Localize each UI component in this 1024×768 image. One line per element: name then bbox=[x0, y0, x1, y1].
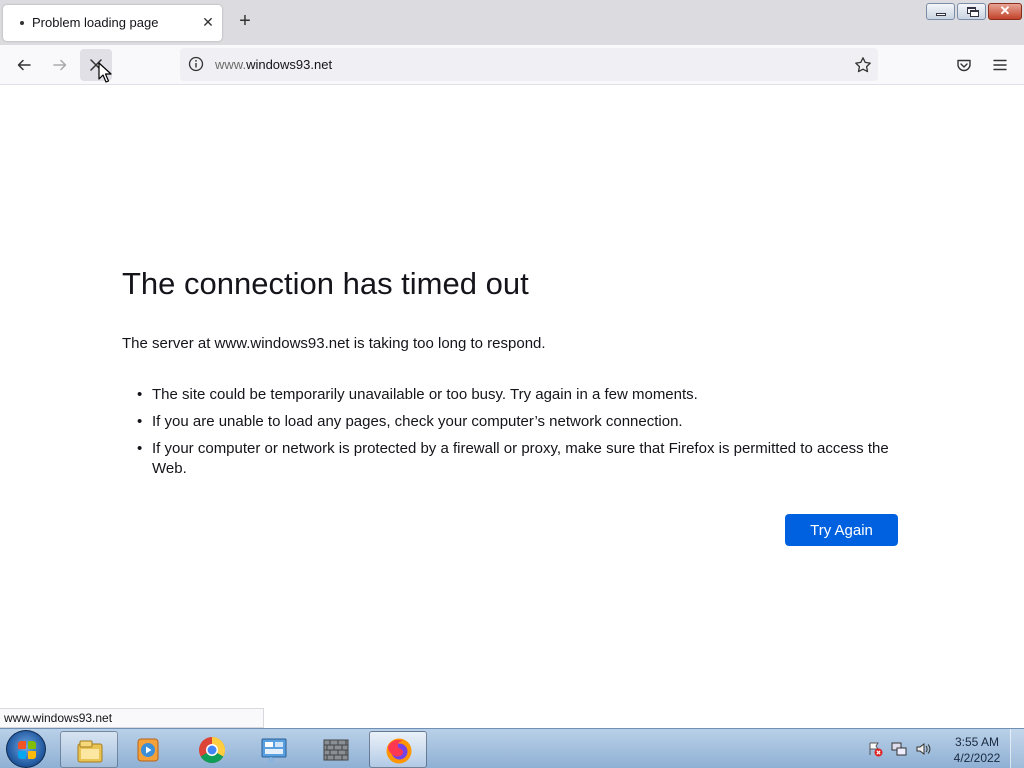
start-button[interactable] bbox=[6, 730, 46, 768]
firefox-icon bbox=[386, 738, 412, 764]
system-tray: 3:55 AM 4/2/2022 bbox=[862, 729, 1024, 768]
title-bar: Problem loading page ✕ + ✕ bbox=[0, 0, 1024, 45]
url-text[interactable]: www.windows93.net bbox=[215, 57, 332, 72]
plus-icon[interactable]: + bbox=[233, 10, 257, 34]
error-description: The server at www.windows93.net is takin… bbox=[122, 335, 546, 352]
back-arrow-icon[interactable] bbox=[8, 49, 40, 81]
error-title: The connection has timed out bbox=[122, 266, 529, 301]
window-close-button[interactable]: ✕ bbox=[988, 3, 1022, 20]
firewall-icon bbox=[323, 739, 349, 761]
list-item: If your computer or network is protected… bbox=[137, 439, 907, 479]
tab-problem-loading-page[interactable]: Problem loading page ✕ bbox=[3, 5, 222, 41]
chrome-icon bbox=[199, 736, 226, 764]
clock-time: 3:55 AM bbox=[954, 735, 1000, 749]
taskbar-media-player[interactable] bbox=[120, 731, 178, 768]
tab-title: Problem loading page bbox=[32, 15, 159, 30]
taskbar-chrome[interactable] bbox=[183, 731, 241, 768]
nav-bar: www.windows93.net bbox=[0, 45, 1024, 85]
error-suggestions-list: The site could be temporarily unavailabl… bbox=[137, 385, 907, 486]
close-icon[interactable]: ✕ bbox=[199, 13, 217, 31]
taskbar-control-panel[interactable] bbox=[245, 731, 303, 768]
tab-loading-indicator-icon bbox=[20, 21, 24, 25]
list-item: If you are unable to load any pages, che… bbox=[137, 412, 907, 432]
restore-button[interactable] bbox=[957, 3, 986, 20]
forward-arrow-icon[interactable] bbox=[44, 49, 76, 81]
taskbar: 3:55 AM 4/2/2022 bbox=[0, 728, 1024, 768]
info-icon[interactable] bbox=[188, 56, 204, 72]
list-item: The site could be temporarily unavailabl… bbox=[137, 385, 907, 405]
taskbar-firefox[interactable] bbox=[369, 731, 427, 768]
network-icon[interactable] bbox=[891, 741, 907, 757]
action-center-alert-icon[interactable] bbox=[867, 741, 883, 757]
clock-date: 4/2/2022 bbox=[953, 751, 1001, 765]
media-player-icon bbox=[137, 738, 159, 762]
status-url-overlay: www.windows93.net bbox=[0, 708, 264, 728]
taskbar-firewall[interactable] bbox=[307, 731, 365, 768]
hamburger-menu-icon[interactable] bbox=[984, 49, 1016, 81]
file-explorer-icon bbox=[77, 740, 103, 763]
taskbar-file-explorer[interactable] bbox=[60, 731, 118, 768]
mouse-cursor-icon bbox=[98, 62, 112, 83]
taskbar-clock[interactable]: 3:55 AM 4/2/2022 bbox=[942, 734, 1012, 766]
minimize-button[interactable] bbox=[926, 3, 955, 20]
show-desktop-button[interactable] bbox=[1010, 729, 1024, 768]
star-icon[interactable] bbox=[854, 56, 872, 74]
try-again-button[interactable]: Try Again bbox=[785, 514, 898, 546]
windows-logo-icon bbox=[18, 741, 36, 759]
control-panel-icon bbox=[261, 738, 287, 763]
url-bar[interactable]: www.windows93.net bbox=[180, 48, 878, 81]
pocket-icon[interactable] bbox=[948, 49, 980, 81]
volume-icon[interactable] bbox=[915, 741, 931, 757]
